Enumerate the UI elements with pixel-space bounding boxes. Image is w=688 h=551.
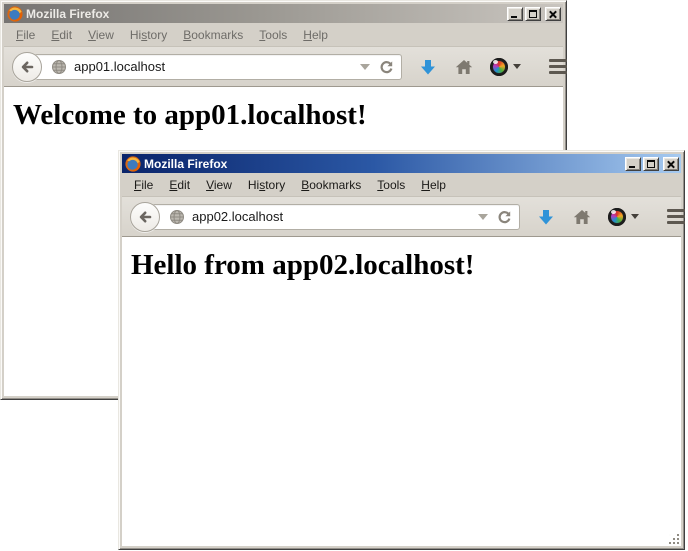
menu-item-bookmarks[interactable]: Bookmarks xyxy=(293,174,369,196)
hamburger-menu-icon xyxy=(667,209,685,212)
download-icon xyxy=(536,207,556,227)
minimize-icon xyxy=(629,166,635,168)
menu-item-history[interactable]: History xyxy=(240,174,293,196)
maximize-button[interactable] xyxy=(643,157,659,171)
menu-item-tools[interactable]: Tools xyxy=(251,24,295,46)
menu-item-help[interactable]: Help xyxy=(295,24,336,46)
history-dropdown-icon[interactable] xyxy=(360,64,370,70)
menu-item-tools[interactable]: Tools xyxy=(369,174,413,196)
history-dropdown-icon[interactable] xyxy=(478,214,488,220)
navigation-toolbar: app01.localhost xyxy=(4,46,563,87)
extension-button[interactable] xyxy=(608,208,639,226)
minimize-button[interactable] xyxy=(507,7,523,21)
menu-bar: FileEditViewHistoryBookmarksToolsHelp xyxy=(4,23,563,46)
menu-item-file[interactable]: File xyxy=(8,24,43,46)
back-icon xyxy=(19,59,35,75)
globe-site-identity-icon[interactable] xyxy=(169,209,185,225)
url-input[interactable]: app02.localhost xyxy=(192,209,478,224)
downloads-button[interactable] xyxy=(536,207,556,227)
menu-item-edit[interactable]: Edit xyxy=(161,174,198,196)
titlebar[interactable]: Mozilla Firefox xyxy=(122,154,681,173)
menu-item-file[interactable]: File xyxy=(126,174,161,196)
menu-bar: FileEditViewHistoryBookmarksToolsHelp xyxy=(122,173,681,196)
url-bar[interactable]: app01.localhost xyxy=(34,54,402,80)
menu-item-help[interactable]: Help xyxy=(413,174,454,196)
extension-color-wheel-icon xyxy=(490,58,508,76)
extension-color-wheel-icon xyxy=(608,208,626,226)
back-button[interactable] xyxy=(130,202,160,232)
home-button[interactable] xyxy=(572,207,592,227)
page-heading: Welcome to app01.localhost! xyxy=(13,99,563,132)
reload-icon[interactable] xyxy=(378,59,394,75)
navigation-toolbar: app02.localhost xyxy=(122,196,681,237)
firefox-logo-icon[interactable] xyxy=(125,156,141,172)
open-menu-button[interactable] xyxy=(545,55,571,78)
downloads-button[interactable] xyxy=(418,57,438,77)
maximize-button[interactable] xyxy=(525,7,541,21)
menu-item-history[interactable]: History xyxy=(122,24,175,46)
maximize-icon xyxy=(647,160,655,168)
menu-item-edit[interactable]: Edit xyxy=(43,24,80,46)
firefox-window-app02: Mozilla Firefox FileEditViewHistoryBookm… xyxy=(118,150,685,550)
globe-site-identity-icon[interactable] xyxy=(51,59,67,75)
titlebar[interactable]: Mozilla Firefox xyxy=(4,4,563,23)
minimize-button[interactable] xyxy=(625,157,641,171)
home-icon xyxy=(454,57,474,77)
download-icon xyxy=(418,57,438,77)
resize-grip[interactable] xyxy=(668,533,680,545)
back-button[interactable] xyxy=(12,52,42,82)
page-content: Hello from app02.localhost! xyxy=(122,237,681,546)
window-title: Mozilla Firefox xyxy=(144,157,227,171)
home-button[interactable] xyxy=(454,57,474,77)
minimize-icon xyxy=(511,16,517,18)
maximize-icon xyxy=(529,10,537,18)
page-heading: Hello from app02.localhost! xyxy=(131,249,681,282)
chevron-down-icon[interactable] xyxy=(631,214,639,219)
reload-icon[interactable] xyxy=(496,209,512,225)
window-title: Mozilla Firefox xyxy=(26,7,109,21)
close-button[interactable] xyxy=(545,7,561,21)
close-button[interactable] xyxy=(663,157,679,171)
home-icon xyxy=(572,207,592,227)
open-menu-button[interactable] xyxy=(663,205,688,228)
menu-item-view[interactable]: View xyxy=(80,24,122,46)
back-icon xyxy=(137,209,153,225)
extension-button[interactable] xyxy=(490,58,521,76)
chevron-down-icon[interactable] xyxy=(513,64,521,69)
hamburger-menu-icon xyxy=(549,59,567,62)
firefox-logo-icon[interactable] xyxy=(7,6,23,22)
url-bar[interactable]: app02.localhost xyxy=(152,204,520,230)
url-input[interactable]: app01.localhost xyxy=(74,59,360,74)
menu-item-view[interactable]: View xyxy=(198,174,240,196)
menu-item-bookmarks[interactable]: Bookmarks xyxy=(175,24,251,46)
